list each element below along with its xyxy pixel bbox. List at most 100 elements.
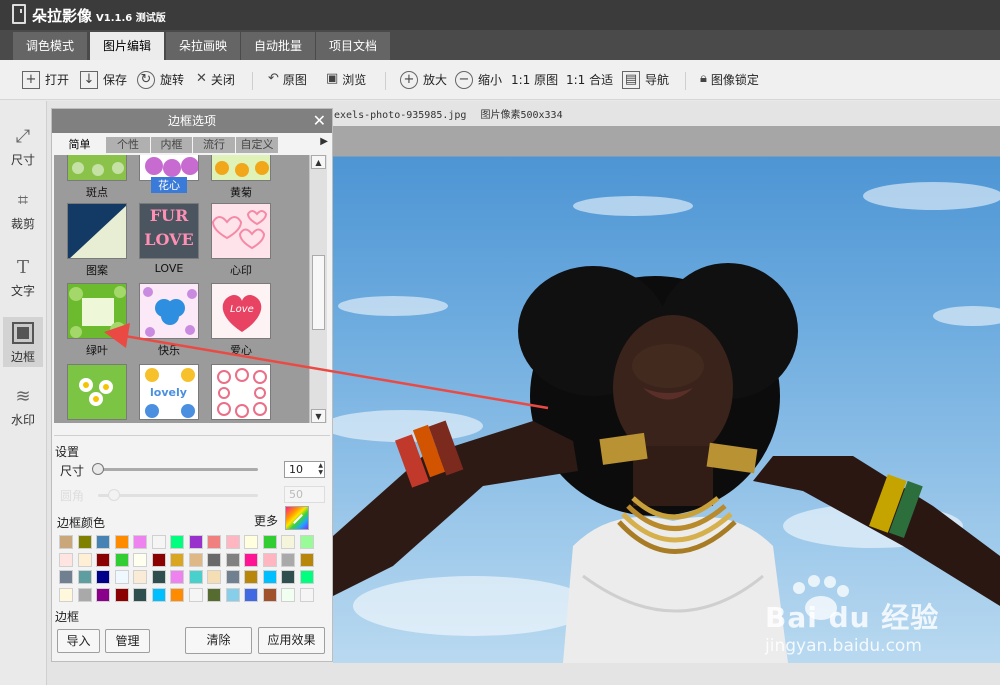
color-swatch[interactable] [281, 587, 295, 602]
subtab-inner[interactable]: 内框 [151, 137, 193, 153]
color-swatch[interactable] [133, 587, 147, 602]
color-swatch[interactable] [133, 535, 147, 549]
scroll-up-arrow-icon[interactable]: ▲ [311, 155, 326, 169]
zoom-out-button[interactable]: − 缩小 [455, 71, 502, 89]
rotate-button[interactable]: ↻ 旋转 [137, 71, 184, 89]
color-swatch[interactable] [225, 535, 240, 549]
color-swatch[interactable] [244, 552, 258, 567]
tab-image-edit[interactable]: 图片编辑 [90, 32, 164, 60]
color-swatch[interactable] [225, 587, 240, 602]
tab-project-docs[interactable]: 项目文档 [316, 32, 390, 60]
size-slider-knob[interactable] [92, 463, 104, 475]
tab-auto-batch[interactable]: 自动批量 [241, 32, 315, 60]
color-swatch[interactable] [207, 587, 221, 602]
subtab-simple[interactable]: 简单 [54, 137, 106, 153]
color-swatch[interactable] [299, 552, 314, 567]
subtab-personal[interactable]: 个性 [106, 137, 151, 153]
manage-button[interactable]: 管理 [105, 629, 150, 653]
subtab-popular[interactable]: 流行 [193, 137, 236, 153]
color-swatch[interactable] [151, 535, 166, 549]
color-swatch[interactable] [207, 535, 221, 549]
save-button[interactable]: ↓ 保存 [80, 71, 127, 89]
color-swatch[interactable] [170, 535, 184, 549]
color-swatch[interactable] [77, 552, 92, 567]
color-swatch[interactable] [281, 535, 295, 549]
color-swatch[interactable] [262, 570, 277, 584]
frame-thumb-heart-print[interactable]: 心印 [211, 203, 271, 277]
color-swatch[interactable] [114, 570, 129, 584]
color-swatch[interactable] [151, 570, 166, 584]
tool-border[interactable]: 边框 [3, 317, 43, 367]
color-swatch[interactable] [262, 552, 277, 567]
fit-button[interactable]: 1:1 合适 [566, 71, 613, 89]
color-swatch[interactable] [225, 570, 240, 584]
color-swatch[interactable] [281, 552, 295, 567]
color-swatch[interactable] [151, 587, 166, 602]
frame-thumb-happy[interactable]: 快乐 [139, 283, 199, 357]
color-swatch[interactable] [59, 587, 73, 602]
tool-text[interactable]: T 文字 [3, 252, 43, 302]
color-swatch[interactable] [207, 552, 221, 567]
tool-watermark[interactable]: ≋ 水印 [3, 381, 43, 431]
panel-close-icon[interactable]: ✕ [313, 109, 326, 133]
color-swatch[interactable] [170, 570, 184, 584]
color-swatch[interactable] [133, 570, 147, 584]
color-swatch[interactable] [299, 570, 314, 584]
color-swatch[interactable] [96, 535, 110, 549]
size-slider-track[interactable] [98, 468, 258, 471]
close-image-button[interactable]: ✕ 关闭 [196, 71, 235, 89]
color-swatch[interactable] [114, 552, 129, 567]
color-swatch[interactable] [188, 535, 203, 549]
frame-thumb-daisy[interactable] [67, 364, 127, 423]
color-swatch[interactable] [170, 552, 184, 567]
spinner-arrows-icon[interactable]: ▲ ▼ [318, 462, 323, 476]
clear-button[interactable]: 清除 [185, 627, 252, 654]
color-swatch[interactable] [59, 552, 73, 567]
frame-thumb-flower-heart[interactable]: 花心 [139, 155, 199, 197]
actual-size-button[interactable]: 1:1 原图 [511, 71, 558, 89]
color-swatch[interactable] [133, 552, 147, 567]
subtab-custom[interactable]: 自定义 [236, 137, 279, 153]
apply-effect-button[interactable]: 应用效果 [258, 627, 325, 654]
photo-canvas[interactable]: Bai du 经验 jingyan.baidu.com [333, 126, 1000, 663]
color-swatch[interactable] [244, 587, 258, 602]
frame-thumb-love[interactable]: FUR LOVE LOVE [139, 203, 199, 275]
import-button[interactable]: 导入 [57, 629, 100, 653]
frame-thumb-lovely[interactable]: lovely [139, 364, 199, 423]
color-swatch[interactable] [59, 535, 73, 549]
color-swatch[interactable] [299, 587, 314, 602]
frame-thumb-chrysanthemum[interactable]: 黄菊 [211, 155, 271, 199]
browse-button[interactable]: ▣ 浏览 [326, 71, 366, 89]
color-swatch[interactable] [244, 535, 258, 549]
color-swatch[interactable] [59, 570, 73, 584]
color-swatch[interactable] [77, 587, 92, 602]
color-swatch[interactable] [225, 552, 240, 567]
color-swatch[interactable] [262, 535, 277, 549]
frame-thumb-green-leaf[interactable]: 绿叶 [67, 283, 127, 357]
color-swatch[interactable] [262, 587, 277, 602]
color-swatch[interactable] [114, 535, 129, 549]
color-swatch[interactable] [281, 570, 295, 584]
open-button[interactable]: + 打开 [22, 71, 69, 89]
color-swatch[interactable] [188, 552, 203, 567]
size-spinner[interactable]: 10 ▲ ▼ [284, 461, 325, 478]
tool-crop[interactable]: ⌗ 裁剪 [3, 185, 43, 235]
navigator-button[interactable]: ▤ 导航 [622, 71, 669, 89]
subtab-next-arrow-icon[interactable]: ▶ [320, 136, 328, 147]
color-swatch[interactable] [77, 535, 92, 549]
color-swatch[interactable] [244, 570, 258, 584]
scrollbar-thumb[interactable] [312, 255, 325, 330]
color-swatch[interactable] [170, 587, 184, 602]
color-swatch[interactable] [77, 570, 92, 584]
color-swatch[interactable] [188, 570, 203, 584]
tab-color-mode[interactable]: 调色模式 [13, 32, 87, 60]
frame-thumb-pattern[interactable]: 图案 [67, 203, 127, 277]
scroll-down-arrow-icon[interactable]: ▼ [311, 409, 326, 423]
color-swatch[interactable] [207, 570, 221, 584]
more-colors-label[interactable]: 更多 [254, 512, 278, 529]
frame-thumb-dots[interactable]: 斑点 [67, 155, 127, 199]
zoom-in-button[interactable]: + 放大 [400, 71, 447, 89]
gallery-scrollbar[interactable]: ▲ ▼ [309, 155, 327, 423]
color-swatch[interactable] [96, 552, 110, 567]
tool-size[interactable]: ⤢ 尺寸 [3, 121, 43, 171]
